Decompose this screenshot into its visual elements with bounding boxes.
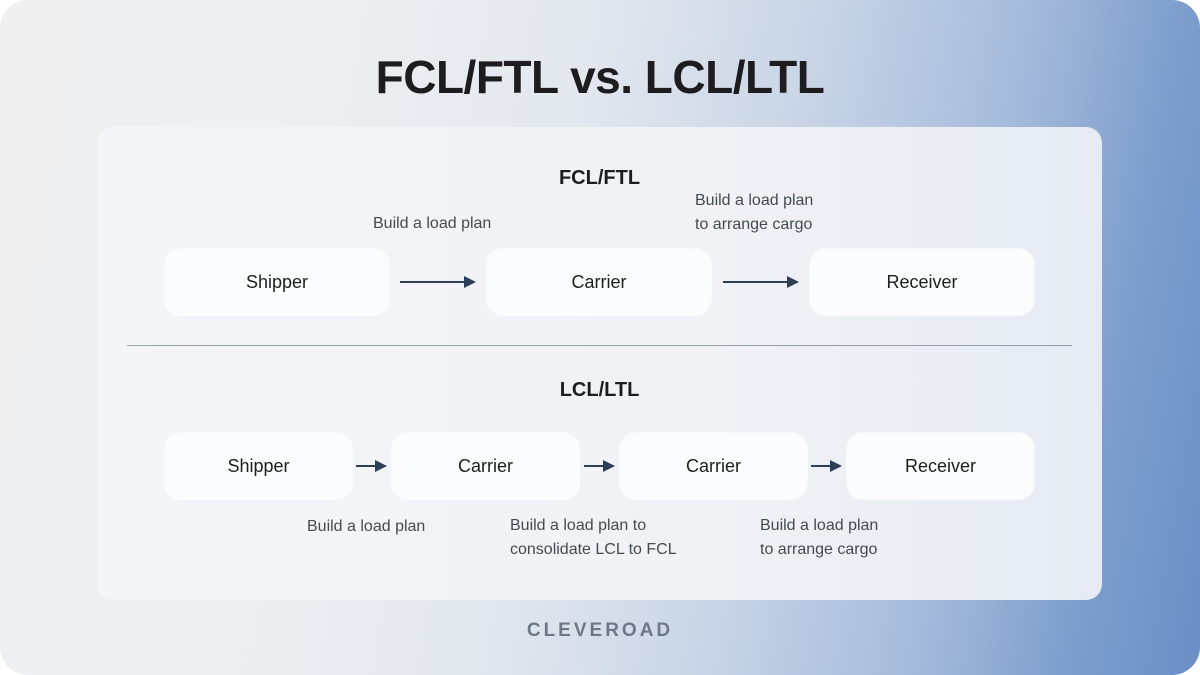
lcl-label-shipper-carrier: Build a load plan	[307, 518, 426, 535]
fcl-node-shipper: Shipper	[165, 249, 389, 315]
fcl-heading: FCL/FTL	[558, 167, 641, 189]
infographic-frame: FCL/FTL vs. LCL/LTL FCL/FTL Build a load…	[0, 0, 1200, 675]
section-divider	[127, 345, 1072, 346]
comparison-panel: FCL/FTL Build a load plan Build a load p…	[97, 127, 1102, 600]
lcl-node-carrier-1: Carrier	[392, 433, 579, 499]
lcl-arrow-1	[356, 460, 387, 472]
page-title: FCL/FTL vs. LCL/LTL	[375, 51, 825, 103]
fcl-node-receiver: Receiver	[810, 249, 1034, 315]
lcl-node-shipper: Shipper	[165, 433, 352, 499]
lcl-heading: LCL/LTL	[559, 379, 640, 401]
lcl-label-carrier-carrier: Build a load plan to consolidate LCL to …	[510, 517, 677, 558]
fcl-arrow-1	[400, 276, 476, 288]
brand-logo: CLEVEROAD	[526, 620, 674, 641]
lcl-arrow-2	[584, 460, 615, 472]
fcl-label-carrier-receiver: Build a load plan to arrange cargo	[695, 192, 814, 233]
lcl-node-carrier-2: Carrier	[620, 433, 807, 499]
lcl-arrow-3	[811, 460, 842, 472]
fcl-node-carrier: Carrier	[487, 249, 711, 315]
fcl-label-shipper-carrier: Build a load plan	[373, 215, 492, 232]
fcl-arrow-2	[723, 276, 799, 288]
lcl-node-receiver: Receiver	[847, 433, 1034, 499]
lcl-label-carrier-receiver: Build a load plan to arrange cargo	[760, 517, 879, 558]
